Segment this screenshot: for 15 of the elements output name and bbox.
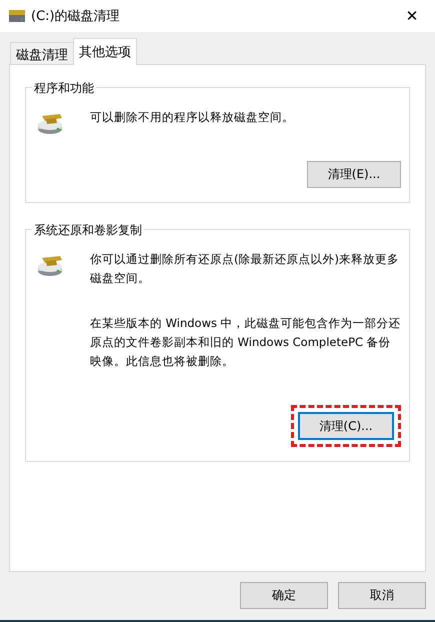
cleanup-button[interactable]: 清理(E)... bbox=[307, 161, 401, 188]
description-text: 你可以通过删除所有还原点(除最新还原点以外)来释放更多磁盘空间。 bbox=[90, 251, 400, 287]
disk-cleanup-icon bbox=[38, 114, 62, 134]
tab[interactable]: 其他选项 bbox=[73, 38, 137, 65]
dialog-button[interactable]: 确定 bbox=[240, 582, 328, 609]
tab[interactable]: 磁盘清理 bbox=[10, 42, 74, 64]
cleanup-button[interactable]: 清理(C)... bbox=[298, 412, 394, 440]
close-button[interactable]: ✕ bbox=[389, 0, 435, 32]
group-title: 系统还原和卷影复制 bbox=[32, 222, 144, 239]
description-text: 可以删除不用的程序以释放磁盘空间。 bbox=[90, 109, 295, 126]
description-text: 在某些版本的 Windows 中，此磁盘可能包含作为一部分还原点的文件卷影副本和旧的 Windows CompletePC 备份映像。此信息也将被删除。 bbox=[90, 315, 401, 370]
drive-icon bbox=[9, 10, 25, 22]
disk-cleanup-icon bbox=[38, 256, 62, 276]
dialog-button[interactable]: 取消 bbox=[338, 582, 426, 609]
window-title: (C:)的磁盘清理 bbox=[31, 8, 121, 25]
